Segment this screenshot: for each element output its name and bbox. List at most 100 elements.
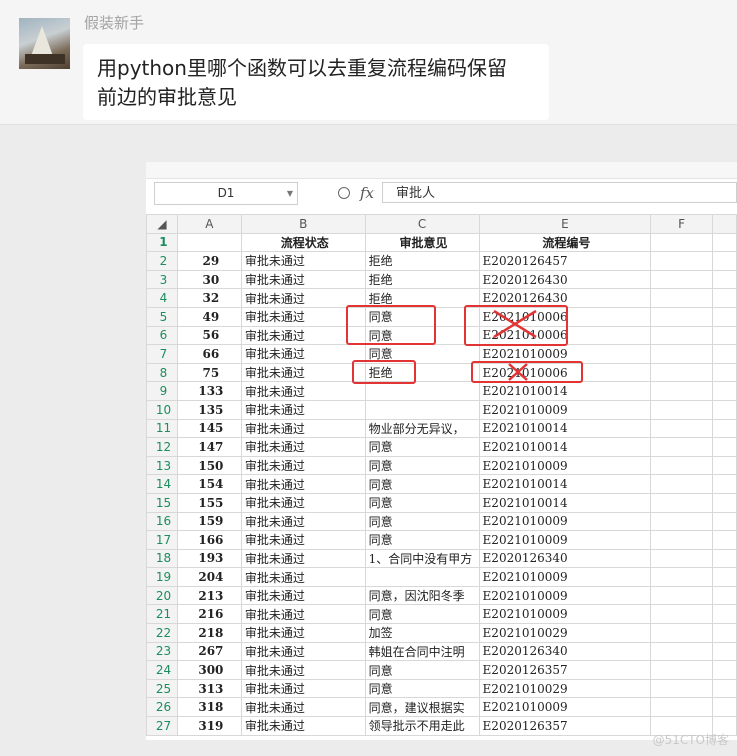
cell-f[interactable] xyxy=(650,455,714,476)
cell-e[interactable]: E2020126340 xyxy=(478,641,652,662)
cell-g[interactable] xyxy=(712,530,737,550)
cell-a[interactable]: 150 xyxy=(176,455,242,476)
row-number[interactable]: 3 xyxy=(146,269,178,290)
cell-b[interactable]: 审批未通过 xyxy=(240,362,366,383)
cell-e[interactable]: E2021010029 xyxy=(478,623,652,643)
cell-b[interactable]: 审批未通过 xyxy=(240,269,366,290)
row-number[interactable]: 27 xyxy=(146,716,178,736)
cell-c[interactable] xyxy=(364,381,480,401)
cell-e[interactable]: E2021010014 xyxy=(478,437,652,457)
cell-f[interactable] xyxy=(650,511,714,532)
cell-e-header[interactable]: 流程编号 xyxy=(478,232,652,253)
cell-e[interactable]: E2020126457 xyxy=(478,251,652,271)
cell-b[interactable]: 审批未通过 xyxy=(240,678,366,699)
row-number[interactable]: 13 xyxy=(146,455,178,476)
cell-c-header[interactable]: 审批意见 xyxy=(364,232,480,253)
cell-f[interactable] xyxy=(650,641,714,662)
cell-f[interactable] xyxy=(650,269,714,290)
row-number[interactable]: 18 xyxy=(146,548,178,569)
cell-e[interactable]: E2021010009 xyxy=(478,697,652,718)
cell-g[interactable] xyxy=(712,511,737,532)
row-number[interactable]: 15 xyxy=(146,492,178,513)
cell-f[interactable] xyxy=(650,437,714,457)
cell-g[interactable] xyxy=(712,325,737,346)
cell-g-header[interactable] xyxy=(712,232,737,253)
cell-a[interactable]: 300 xyxy=(176,660,242,680)
cell-e[interactable]: E2020126357 xyxy=(478,660,652,680)
cell-c[interactable]: 同意 xyxy=(364,437,480,457)
cell-e[interactable]: E2021010014 xyxy=(478,492,652,513)
cell-a[interactable]: 29 xyxy=(176,251,242,271)
avatar[interactable] xyxy=(19,18,70,69)
formula-bar[interactable]: 审批人 xyxy=(382,182,737,203)
cell-b[interactable]: 审批未通过 xyxy=(240,530,366,550)
row-number[interactable]: 21 xyxy=(146,604,178,625)
cell-c[interactable]: 拒绝 xyxy=(364,269,480,290)
cell-a-header[interactable] xyxy=(176,232,242,253)
cell-g[interactable] xyxy=(712,660,737,680)
cell-e[interactable]: E2021010009 xyxy=(478,585,652,606)
cell-f[interactable] xyxy=(650,306,714,327)
cell-e[interactable]: E2021010014 xyxy=(478,381,652,401)
row-number[interactable]: 6 xyxy=(146,325,178,346)
cell-a[interactable]: 32 xyxy=(176,288,242,308)
chevron-down-icon[interactable]: ▼ xyxy=(287,183,293,204)
cell-c[interactable]: 同意 xyxy=(364,455,480,476)
cell-a[interactable]: 147 xyxy=(176,437,242,457)
cell-a[interactable]: 204 xyxy=(176,567,242,587)
cell-b[interactable]: 审批未通过 xyxy=(240,697,366,718)
cell-b[interactable]: 审批未通过 xyxy=(240,641,366,662)
row-number[interactable]: 26 xyxy=(146,697,178,718)
cell-a[interactable]: 218 xyxy=(176,623,242,643)
row-number[interactable]: 11 xyxy=(146,418,178,439)
cell-g[interactable] xyxy=(712,418,737,439)
cell-b[interactable]: 审批未通过 xyxy=(240,511,366,532)
cell-g[interactable] xyxy=(712,344,737,364)
cell-f[interactable] xyxy=(650,474,714,494)
cell-e[interactable]: E2021010014 xyxy=(478,418,652,439)
cell-g[interactable] xyxy=(712,306,737,327)
cell-g[interactable] xyxy=(712,623,737,643)
row-number[interactable]: 10 xyxy=(146,399,178,420)
cell-g[interactable] xyxy=(712,381,737,401)
cell-g[interactable] xyxy=(712,585,737,606)
cell-a[interactable]: 145 xyxy=(176,418,242,439)
cell-c[interactable]: 同意 xyxy=(364,678,480,699)
cell-g[interactable] xyxy=(712,288,737,308)
cell-a[interactable]: 159 xyxy=(176,511,242,532)
cell-f[interactable] xyxy=(650,530,714,550)
cell-c[interactable]: 拒绝 xyxy=(364,251,480,271)
cell-e[interactable]: E2021010009 xyxy=(478,530,652,550)
row-number[interactable]: 2 xyxy=(146,251,178,271)
row-number[interactable]: 25 xyxy=(146,678,178,699)
cell-b[interactable]: 审批未通过 xyxy=(240,623,366,643)
cell-c[interactable]: 物业部分无异议， xyxy=(364,418,480,439)
cell-g[interactable] xyxy=(712,697,737,718)
cell-a[interactable]: 313 xyxy=(176,678,242,699)
cell-b[interactable]: 审批未通过 xyxy=(240,548,366,569)
row-number[interactable]: 20 xyxy=(146,585,178,606)
row-number[interactable]: 7 xyxy=(146,344,178,364)
cell-e[interactable]: E2021010009 xyxy=(478,567,652,587)
cell-c[interactable]: 同意 xyxy=(364,492,480,513)
cell-e[interactable]: E2021010009 xyxy=(478,511,652,532)
cell-a[interactable]: 213 xyxy=(176,585,242,606)
column-header-b[interactable]: B xyxy=(240,214,366,234)
cell-c[interactable]: 加签 xyxy=(364,623,480,643)
cell-f[interactable] xyxy=(650,381,714,401)
cell-f[interactable] xyxy=(650,548,714,569)
cell-b[interactable]: 审批未通过 xyxy=(240,604,366,625)
cell-c[interactable]: 同意 xyxy=(364,604,480,625)
column-header-e[interactable]: E xyxy=(478,214,652,234)
row-number[interactable]: 4 xyxy=(146,288,178,308)
row-number[interactable]: 16 xyxy=(146,511,178,532)
cell-g[interactable] xyxy=(712,567,737,587)
column-header-f[interactable]: F xyxy=(650,214,714,234)
row-number[interactable]: 14 xyxy=(146,474,178,494)
row-number[interactable]: 9 xyxy=(146,381,178,401)
cell-e[interactable]: E2021010009 xyxy=(478,455,652,476)
zoom-icon[interactable] xyxy=(338,187,350,199)
cell-b[interactable]: 审批未通过 xyxy=(240,437,366,457)
cell-b[interactable]: 审批未通过 xyxy=(240,381,366,401)
cell-g[interactable] xyxy=(712,604,737,625)
